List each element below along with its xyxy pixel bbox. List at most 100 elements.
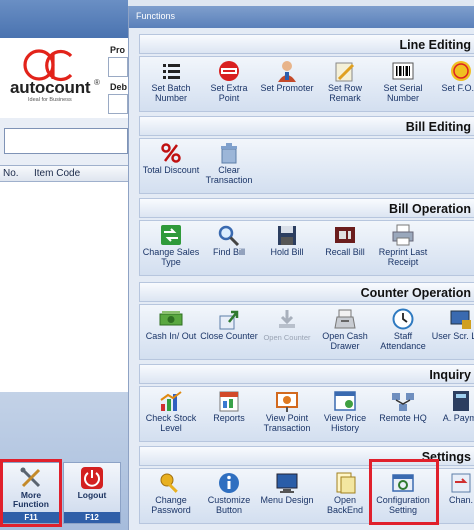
reports-button[interactable]: Reports (199, 387, 259, 443)
button-label: Close Counter (200, 331, 258, 341)
button-label: Set Extra Point (210, 83, 248, 103)
group-buttons: Total Discount Clear Transaction (139, 138, 474, 194)
group-title: Inquiry (429, 368, 471, 382)
user-scr-lock-button[interactable]: User Scr. Lock (431, 305, 474, 361)
find-bill-button[interactable]: Find Bill (199, 221, 259, 277)
barcode-icon (392, 62, 414, 80)
brand-name: autocount (10, 78, 91, 97)
magnifier-icon (218, 225, 240, 246)
clock-icon (392, 308, 414, 330)
download-arrow-icon (279, 310, 295, 328)
more-function-highlight (0, 459, 62, 527)
autocount-logo-icon (23, 49, 73, 82)
button-label: Open Cash Drawer (322, 331, 368, 351)
group-buttons: Set Batch Number Set Extra Point Set Promo… (139, 56, 474, 112)
set-promoter-button[interactable]: Set Promoter (257, 57, 317, 113)
debtor-input[interactable] (108, 94, 128, 114)
power-icon (81, 467, 103, 489)
floppy-icon (278, 226, 296, 245)
payment-icon (453, 391, 469, 411)
field-label-debtor: Deb (110, 82, 128, 92)
free-badge-icon (451, 61, 471, 81)
logout-button[interactable]: Logout F12 (63, 462, 121, 524)
button-label: Set Promoter (260, 83, 314, 93)
group-header: Line Editing (139, 34, 474, 54)
trash-icon (221, 143, 237, 164)
configuration-setting-highlight (369, 459, 439, 525)
cash-in-out-button[interactable]: Cash In/ Out (141, 305, 201, 361)
cash-icon (159, 311, 183, 326)
menu-design-button[interactable]: Menu Design (257, 469, 317, 525)
view-price-history-button[interactable]: View Price History (315, 387, 375, 443)
open-cash-drawer-button[interactable]: Open Cash Drawer (315, 305, 375, 361)
button-label: View Point Transaction (263, 413, 311, 433)
promoter-input[interactable] (108, 57, 128, 77)
group-header: Counter Operation (139, 282, 474, 302)
functions-window: Functions Line Editing Set Batch Number Se… (128, 6, 474, 530)
button-label: User Scr. Lock (431, 331, 474, 341)
note-pencil-icon (335, 62, 355, 82)
button-label: Find Bill (212, 247, 245, 257)
hold-bill-button[interactable]: Hold Bill (257, 221, 317, 277)
recall-bill-button[interactable]: Recall Bill (315, 221, 375, 277)
reprint-last-receipt-button[interactable]: Reprint Last Receipt (373, 221, 433, 277)
window-title: Functions (129, 6, 474, 28)
cash-register-icon (334, 309, 356, 329)
network-icon (392, 393, 414, 411)
set-batch-number-button[interactable]: Set Batch Number (141, 57, 201, 113)
logout-label: Logout (77, 490, 107, 500)
button-label: Total Discount (142, 165, 200, 175)
button-label: Reports (213, 413, 245, 423)
monitor-icon (276, 473, 298, 493)
group-buttons: Check Stock Level Reports View Point Trans… (139, 386, 474, 442)
button-label: View Price History (323, 413, 367, 433)
group-header: Bill Editing (139, 116, 474, 136)
item-search-input[interactable] (4, 128, 128, 154)
presentation-icon (276, 392, 298, 412)
clear-transaction-button[interactable]: Clear Transaction (199, 139, 259, 195)
button-label: Remote HQ (379, 413, 427, 423)
brand-registered-mark: ® (94, 78, 100, 87)
button-label: Set F.O.C (441, 83, 474, 93)
price-window-icon (334, 391, 356, 411)
close-counter-button[interactable]: Close Counter (199, 305, 259, 361)
a-paym-button[interactable]: A. Paym. (431, 387, 474, 443)
group-title: Counter Operation (360, 286, 471, 300)
button-label: Check Stock Level (145, 413, 197, 433)
change-sales-type-button[interactable]: Change Sales Type (141, 221, 201, 277)
set-serial-number-button[interactable]: Set Serial Number (373, 57, 433, 113)
remote-hq-button[interactable]: Remote HQ (373, 387, 433, 443)
group-title: Bill Operation (389, 202, 471, 216)
change-password-button[interactable]: Change Password (141, 469, 201, 525)
button-label: Cash In/ Out (145, 331, 197, 341)
staff-attendance-button[interactable]: Staff Attendance (373, 305, 433, 361)
customize-button-button[interactable]: Customize Button (199, 469, 259, 525)
percent-icon (161, 143, 181, 163)
view-point-transaction-button[interactable]: View Point Transaction (257, 387, 317, 443)
column-no: No. (3, 168, 19, 179)
group-header: Inquiry (139, 364, 474, 384)
column-item-code: Item Code (34, 168, 81, 179)
group-title: Bill Editing (405, 120, 471, 134)
button-label: Recall Bill (325, 247, 365, 257)
button-label: Open BackEnd (326, 495, 364, 515)
group-buttons: Change Sales Type Find Bill Hold Bill Recal… (139, 220, 474, 276)
report-icon (219, 391, 239, 412)
open-backend-button[interactable]: Open BackEnd (315, 469, 375, 525)
backend-doc-icon (336, 472, 356, 494)
button-label: A. Paym. (442, 413, 474, 423)
set-row-remark-button[interactable]: Set Row Remark (315, 57, 375, 113)
check-stock-level-button[interactable]: Check Stock Level (141, 387, 201, 443)
export-arrow-icon (219, 310, 239, 330)
printer-icon (392, 224, 414, 246)
stock-chart-icon (160, 391, 182, 411)
button-label: Set Row Remark (327, 83, 362, 103)
point-badge-icon (219, 61, 239, 81)
button-label: Open Counter (263, 333, 311, 342)
set-extra-point-button[interactable]: Set Extra Point (199, 57, 259, 113)
set-f-o-c-button[interactable]: Set F.O.C (431, 57, 474, 113)
brand-tagline: Ideal for Business (28, 97, 72, 103)
button-label: Change Sales Type (142, 247, 200, 267)
item-grid-body[interactable] (0, 182, 128, 392)
total-discount-button[interactable]: Total Discount (141, 139, 201, 195)
